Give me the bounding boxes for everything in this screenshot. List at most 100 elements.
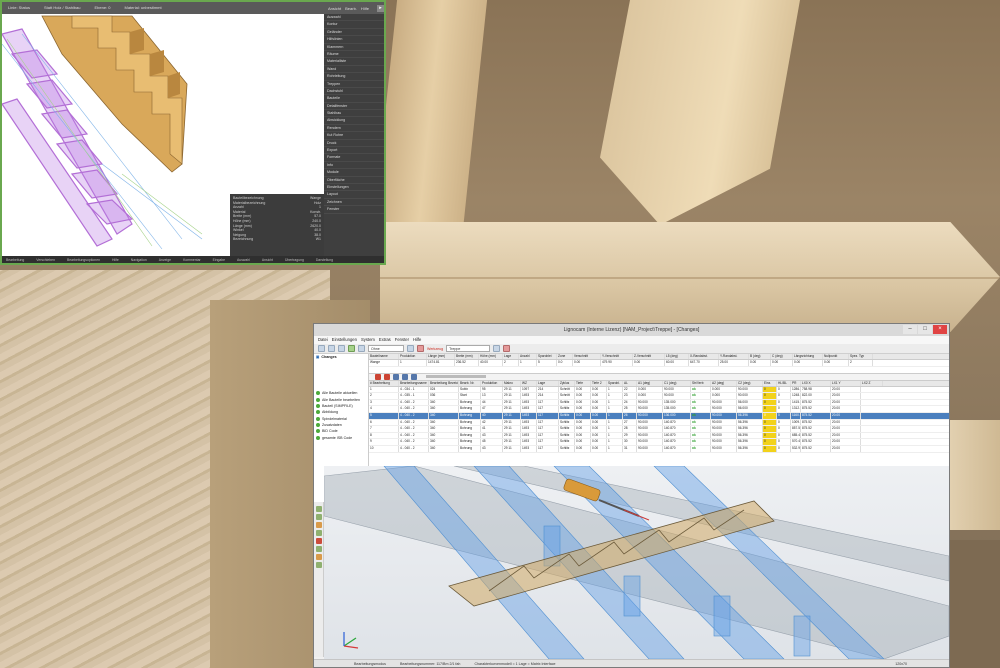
menu-item[interactable]: Datei [318, 336, 328, 344]
rotate-icon[interactable] [315, 506, 322, 512]
operation-row[interactable]: 84 - 040 - 2 340 Bohrung 43 29 11 1493 117 Schl… [369, 432, 949, 440]
panel-item[interactable]: Abwicklung [324, 117, 384, 125]
cell: Lage [503, 354, 519, 359]
panel-item[interactable]: Wand [324, 66, 384, 74]
menu-item[interactable]: Einstellungen [332, 336, 357, 344]
print-icon[interactable] [358, 345, 365, 352]
menu-item[interactable]: System [361, 336, 375, 344]
operation-row[interactable]: 14 - 034 - 1 024 Sublx 95 29 11 1097 214 Schnit… [369, 386, 949, 394]
operation-row[interactable]: 54 - 040 - 2 340 Bohrung 40 29 11 1493 117 Schl… [369, 412, 949, 420]
panel-item[interactable]: Module [324, 169, 384, 177]
menu-item[interactable]: Fenster [395, 336, 409, 344]
cell: 4 - 040 - 2 [399, 406, 429, 412]
new-icon[interactable] [318, 345, 325, 352]
up-icon[interactable] [402, 373, 408, 380]
cell: 024 [429, 386, 459, 393]
panel-item[interactable]: Zeichnen [324, 199, 384, 207]
panel-item[interactable]: Treppen [324, 81, 384, 88]
cell: 47 [481, 406, 503, 412]
panel-tab[interactable]: Bearb. [345, 6, 357, 11]
panel-item[interactable]: Export [324, 147, 384, 155]
panel-item[interactable]: Info [324, 162, 384, 170]
cell: B (deg) [749, 354, 771, 359]
panel-tab[interactable]: Hilfe [361, 6, 369, 11]
panel-item[interactable]: Einstellungen [324, 184, 384, 192]
cell: 90.000 [711, 426, 737, 432]
panel-item[interactable]: Druck [324, 140, 384, 148]
run-icon[interactable] [348, 345, 355, 352]
add-icon[interactable] [375, 373, 381, 380]
cell: 140.870 [663, 432, 691, 439]
measure-icon[interactable] [315, 554, 322, 560]
operation-row[interactable]: 94 - 040 - 2 340 Bohrung 45 29 11 1493 117 Schl… [369, 439, 949, 446]
cell: 0.00 [591, 386, 607, 393]
copy-icon[interactable] [393, 373, 399, 380]
cell: Makro [503, 380, 521, 386]
cell: 214 [537, 393, 559, 399]
cell: 8 [369, 432, 399, 439]
operation-row[interactable]: 44 - 040 - 2 340 Bohrung 47 29 11 1493 117 Schl… [369, 406, 949, 413]
cell: Höhe (mm) [479, 354, 503, 359]
front-view-icon[interactable] [315, 530, 322, 536]
cell: 1 [607, 386, 623, 393]
cell: 56.396 [737, 439, 763, 445]
panel-tab[interactable]: Ansicht [328, 6, 341, 11]
menu-item[interactable]: Hilfe [413, 336, 421, 344]
save-icon[interactable] [338, 345, 345, 352]
cell: Schlitz [559, 399, 575, 406]
panel-item[interactable]: Hilfslinien [324, 36, 384, 44]
layer-icon[interactable] [315, 562, 322, 568]
part-row[interactable]: Wange 1 1474.81 236.52 40.00 2 1 5 0.0 0.00 479.90… [369, 360, 949, 367]
operation-row[interactable]: 74 - 040 - 2 340 Bohrung 41 29 11 1493 117 Schl… [369, 426, 949, 433]
panel-item[interactable]: Rohrleitung [324, 73, 384, 81]
panel-item[interactable]: Oberfläche [324, 177, 384, 184]
operation-row[interactable]: 24 - 035 - 1 036 Start 13 29 11 1493 214 Schnit… [369, 393, 949, 400]
panel-item[interactable]: Formate [324, 154, 384, 162]
cell: 0.00 [591, 432, 607, 439]
cell: 20.00 [831, 432, 861, 439]
cell: Wange [369, 360, 399, 366]
cell: 90.000 [711, 419, 737, 426]
panel-item[interactable]: Layout [324, 191, 384, 199]
panel-item[interactable]: Kontur [324, 21, 384, 29]
mode-select[interactable]: Ohne [368, 345, 404, 352]
cell: 31 [623, 445, 637, 452]
open-icon[interactable] [328, 345, 335, 352]
section-icon[interactable] [315, 538, 322, 544]
panel-item[interactable]: Bauteile [324, 95, 384, 103]
panel-item[interactable]: Auswahl [324, 14, 384, 22]
pan-icon[interactable] [315, 514, 322, 520]
panel-item[interactable]: Räume [324, 51, 384, 59]
remove-icon[interactable] [384, 373, 390, 380]
minimize-button[interactable]: – [903, 325, 917, 334]
panel-item[interactable]: Dachstuhl [324, 88, 384, 96]
delete-icon[interactable] [503, 345, 511, 352]
panel-item[interactable]: Rendern [324, 125, 384, 133]
panel-item[interactable]: Klammern [324, 44, 384, 51]
cell: 340 [429, 406, 459, 412]
3d-viewport[interactable] [324, 466, 949, 659]
panel-item[interactable]: Detailfenster [324, 103, 384, 111]
close-button[interactable]: × [933, 325, 947, 334]
close-icon[interactable]: ▸ [377, 5, 384, 12]
panel-item[interactable]: Fenster [324, 206, 384, 214]
operation-row[interactable]: 10 4 - 040 - 2 340 Bohrung 43 29 11 1493 117 Sch… [369, 445, 949, 453]
settings-icon[interactable] [407, 345, 414, 352]
maximize-button[interactable]: □ [918, 325, 932, 334]
zoom-slider[interactable] [426, 375, 486, 379]
tree-node[interactable]: gesamte ISB Code [314, 434, 368, 440]
down-icon[interactable] [411, 373, 417, 380]
panel-item[interactable]: Materialliste [324, 58, 384, 66]
operation-row[interactable]: 34 - 040 - 2 340 Bohrung 44 29 11 1493 117 Schl… [369, 399, 949, 407]
stop-icon[interactable] [417, 345, 424, 352]
panel-item[interactable]: Geländer [324, 29, 384, 37]
cell: 6 [369, 419, 399, 426]
panel-item[interactable]: Stahlbau [324, 110, 384, 118]
menu-item[interactable]: Extras [379, 336, 391, 344]
top-view-icon[interactable] [315, 546, 322, 552]
panel-item[interactable]: Kut Rohre [324, 132, 384, 140]
project-select[interactable]: Treppe [446, 345, 491, 352]
zoom-icon[interactable] [315, 522, 322, 528]
operation-row[interactable]: 64 - 040 - 2 340 Bohrung 42 29 11 1493 117 Schl… [369, 419, 949, 427]
refresh-icon[interactable] [493, 345, 501, 352]
